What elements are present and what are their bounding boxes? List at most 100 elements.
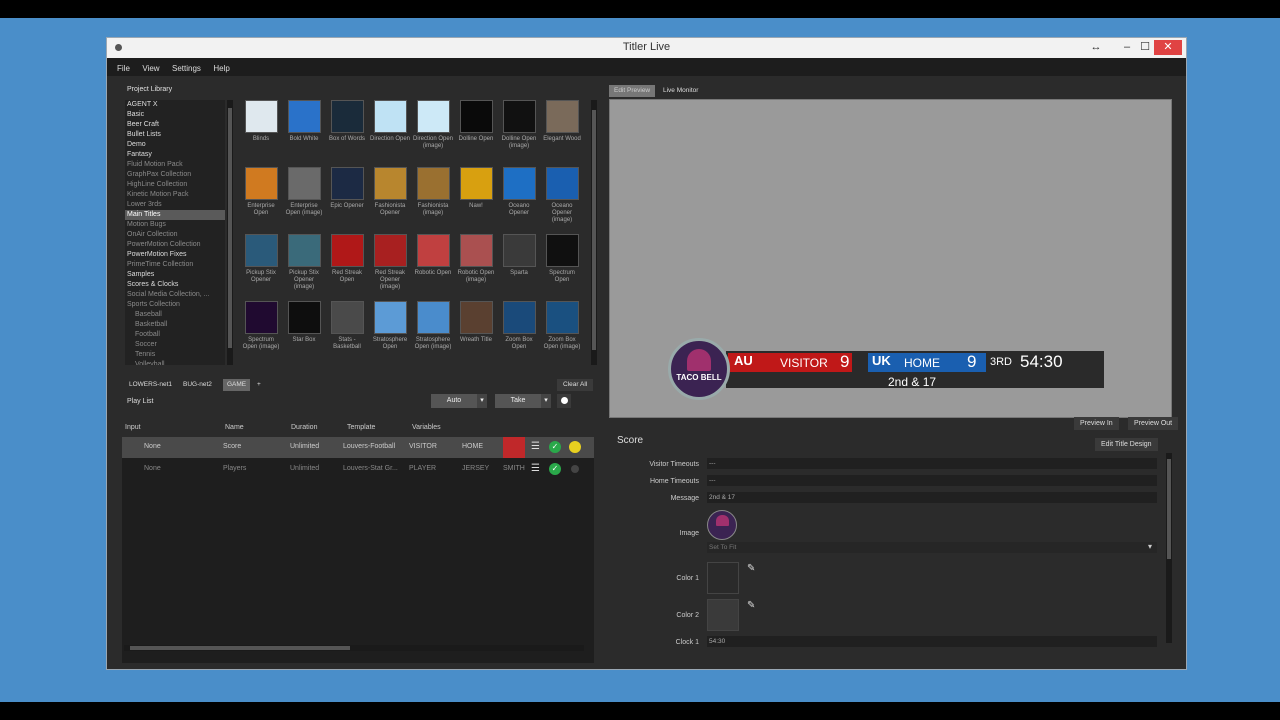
image-fit-select[interactable]: Set To Fit (707, 542, 1157, 553)
library-item[interactable]: Social Media Collection, ... (125, 290, 225, 300)
template-scrollbar[interactable] (591, 100, 597, 365)
library-item[interactable]: Soccer (125, 340, 225, 350)
library-item[interactable]: Demo (125, 140, 225, 150)
library-item[interactable]: PowerMotion Fixes (125, 250, 225, 260)
minimize-button[interactable]: – (1117, 40, 1137, 55)
template-thumbnail[interactable]: Elegant Wood (541, 100, 583, 143)
template-thumbnail[interactable]: Red Streak Opener (image) (369, 234, 411, 291)
template-thumbnail[interactable]: Enterprise Open (image) (283, 167, 325, 217)
library-scrollbar[interactable] (227, 100, 233, 365)
template-thumbnail[interactable]: Epic Opener (326, 167, 368, 210)
template-thumbnail[interactable]: Direction Open (369, 100, 411, 143)
playlist-hscroll-thumb[interactable] (130, 646, 350, 650)
template-thumbnail[interactable]: Robotic Open (image) (455, 234, 497, 284)
template-thumbnail[interactable]: Star Box (283, 301, 325, 344)
take-button[interactable]: Take (495, 394, 541, 408)
eyedropper-icon[interactable]: ✎ (747, 563, 755, 574)
preview-out-button[interactable]: Preview Out (1128, 417, 1179, 430)
menu-help[interactable]: Help (209, 60, 233, 73)
auto-dropdown-icon[interactable]: ▾ (477, 394, 487, 408)
status-light-icon[interactable] (571, 465, 579, 473)
table-row[interactable]: None Score Unlimited Louvers-Football VI… (122, 437, 594, 458)
tab-bug[interactable]: BUG-net2 (179, 379, 216, 391)
template-thumbnail[interactable]: Enterprise Open (240, 167, 282, 217)
library-item[interactable]: Motion Bugs (125, 220, 225, 230)
tab-game[interactable]: GAME (223, 379, 251, 391)
library-item[interactable]: Basketball (125, 320, 225, 330)
template-thumbnail[interactable]: Pickup Stix Opener (240, 234, 282, 284)
visitor-timeouts-field[interactable]: --- (707, 458, 1157, 469)
library-item[interactable]: Baseball (125, 310, 225, 320)
preview-canvas[interactable]: AU VISITOR 9 UK HOME 9 3RD 54:30 2nd & 1… (609, 99, 1172, 418)
template-thumbnail[interactable]: Zoom Box Open (image) (541, 301, 583, 351)
home-timeouts-field[interactable]: --- (707, 475, 1157, 486)
col-duration[interactable]: Duration (291, 424, 317, 431)
template-thumbnail[interactable]: Fashionista Opener (369, 167, 411, 217)
close-button[interactable]: ✕ (1154, 40, 1182, 55)
library-item[interactable]: GraphPax Collection (125, 170, 225, 180)
library-item[interactable]: Fluid Motion Pack (125, 160, 225, 170)
message-field[interactable]: 2nd & 17 (707, 492, 1157, 503)
library-item[interactable]: Lower 3rds (125, 200, 225, 210)
template-thumbnail[interactable]: Direction Open (image) (412, 100, 454, 150)
library-item[interactable]: Football (125, 330, 225, 340)
library-item[interactable]: Scores & Clocks (125, 280, 225, 290)
library-item[interactable]: Main Titles (125, 210, 225, 220)
color1-swatch[interactable] (707, 562, 739, 594)
preview-in-button[interactable]: Preview In (1074, 417, 1119, 430)
library-item[interactable]: HighLine Collection (125, 180, 225, 190)
template-thumbnail[interactable]: Spectrum Open (image) (240, 301, 282, 351)
color2-swatch[interactable] (707, 599, 739, 631)
library-scroll-thumb[interactable] (228, 108, 232, 348)
template-thumbnail[interactable]: Zoom Box Open (498, 301, 540, 351)
record-button[interactable] (557, 394, 571, 408)
template-thumbnail[interactable]: Box of Words (326, 100, 368, 143)
menu-file[interactable]: File (113, 60, 134, 73)
library-item[interactable]: Fantasy (125, 150, 225, 160)
library-item[interactable]: PrimeTime Collection (125, 260, 225, 270)
template-thumbnail[interactable]: Dolline Open (image) (498, 100, 540, 150)
clock1-field[interactable]: 54:30 (707, 636, 1157, 647)
image-thumbnail[interactable] (707, 510, 737, 540)
template-thumbnail[interactable]: Oceano Opener (498, 167, 540, 217)
status-light-icon[interactable] (569, 441, 581, 453)
library-item[interactable]: Tennis (125, 350, 225, 360)
maximize-button[interactable]: ☐ (1135, 40, 1155, 55)
template-thumbnail[interactable]: Robotic Open (412, 234, 454, 277)
library-item[interactable]: AGENT X (125, 100, 225, 110)
template-thumbnail[interactable]: Oceano Opener (image) (541, 167, 583, 224)
tab-lowers[interactable]: LOWERS-net1 (125, 379, 176, 391)
col-name[interactable]: Name (225, 424, 244, 431)
table-row[interactable]: None Players Unlimited Louvers-Stat Gr..… (122, 459, 594, 480)
check-icon[interactable]: ✓ (549, 441, 561, 453)
library-item[interactable]: Kinetic Motion Pack (125, 190, 225, 200)
library-item[interactable]: Bullet Lists (125, 130, 225, 140)
add-tab-button[interactable]: + (253, 379, 265, 391)
col-variables[interactable]: Variables (412, 424, 441, 431)
auto-button[interactable]: Auto (431, 394, 477, 408)
tab-live-monitor[interactable]: Live Monitor (658, 85, 703, 97)
template-thumbnail[interactable]: Sparta (498, 234, 540, 277)
edit-title-design-button[interactable]: Edit Title Design (1095, 438, 1158, 451)
template-thumbnail[interactable]: Naw! (455, 167, 497, 210)
template-thumbnail[interactable]: Dolline Open (455, 100, 497, 143)
template-thumbnail[interactable]: Pickup Stix Opener (image) (283, 234, 325, 291)
template-thumbnail[interactable]: Red Streak Open (326, 234, 368, 284)
fields-scrollbar[interactable] (1166, 453, 1172, 643)
tab-edit-preview[interactable]: Edit Preview (609, 85, 656, 97)
clear-all-button[interactable]: Clear All (557, 379, 594, 391)
library-item[interactable]: Beer Craft (125, 120, 225, 130)
chevron-down-icon[interactable]: ▾ (1148, 542, 1152, 551)
template-thumbnail[interactable]: Blinds (240, 100, 282, 143)
template-scroll-thumb[interactable] (592, 110, 596, 350)
template-thumbnail[interactable]: Stats - Basketball (326, 301, 368, 351)
menu-view[interactable]: View (138, 60, 163, 73)
template-thumbnail[interactable]: Bold White (283, 100, 325, 143)
library-item[interactable]: Volleyball (125, 360, 225, 365)
library-item[interactable]: Samples (125, 270, 225, 280)
fields-scroll-thumb[interactable] (1167, 459, 1171, 559)
template-thumbnail[interactable]: Wreath Title (455, 301, 497, 344)
check-icon[interactable]: ✓ (549, 463, 561, 475)
list-icon[interactable]: ☰ (531, 463, 540, 474)
resize-icon[interactable]: ↔ (1089, 40, 1103, 55)
